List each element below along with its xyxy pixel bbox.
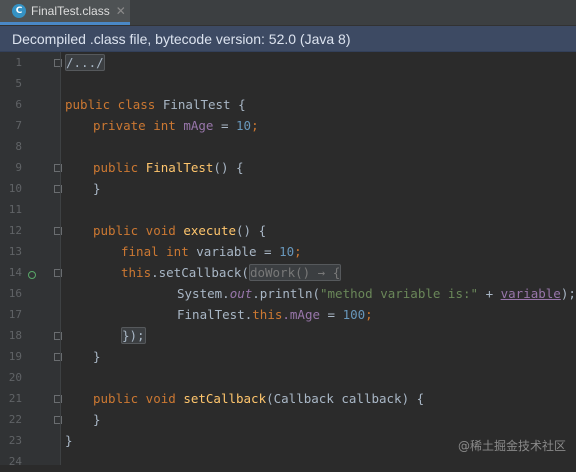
keyword: public <box>93 160 146 175</box>
field: out <box>229 286 253 301</box>
keyword: public void <box>93 223 184 238</box>
code-line-6: public class FinalTest { <box>65 94 246 115</box>
line-number: 7 <box>15 119 22 132</box>
code-text: FinalTest. <box>177 307 253 322</box>
class-file-icon: C <box>12 4 26 18</box>
collapsed-lambda[interactable]: doWork() → { <box>248 264 342 281</box>
line-number: 19 <box>8 350 22 363</box>
line-number: 13 <box>8 245 22 258</box>
collapsed-imports[interactable]: /.../ <box>65 54 105 71</box>
line-number: 24 <box>8 455 22 468</box>
line-number: 12 <box>8 224 22 237</box>
tab-finaltest-class[interactable]: C FinalTest.class ✕ <box>0 0 130 25</box>
method-name: FinalTest <box>145 160 214 175</box>
line-number: 1 <box>15 56 22 69</box>
method-name: execute <box>183 223 236 238</box>
string-literal: "method variable is:" <box>320 286 479 301</box>
implementation-icon[interactable] <box>28 271 36 279</box>
editor-tab-bar: C FinalTest.class ✕ <box>0 0 576 26</box>
watermark: @稀土掘金技术社区 <box>457 439 566 453</box>
code-line-24: } <box>65 430 73 451</box>
line-number: 16 <box>8 287 22 300</box>
line-number: 11 <box>8 203 22 216</box>
code-line-17: FinalTest.this.mAge = 100; <box>177 304 373 325</box>
code-line-13: final int variable = 10; <box>121 241 302 262</box>
collapsed-lambda-end[interactable]: }); <box>121 327 146 344</box>
keyword: public void <box>93 391 184 406</box>
code-text: ; <box>251 118 259 133</box>
keyword: private int <box>93 118 184 133</box>
banner-text: Decompiled .class file, bytecode version… <box>12 30 351 47</box>
line-number: 5 <box>15 77 22 90</box>
code-line-9: public FinalTest() { <box>93 157 244 178</box>
operator: = <box>320 307 343 322</box>
keyword: this <box>121 265 152 280</box>
code-text: ; <box>365 307 373 322</box>
code-text: .println( <box>252 286 320 301</box>
code-text: } <box>93 181 101 196</box>
code-line-7: private int mAge = 10; <box>93 115 259 136</box>
number: 10 <box>279 244 295 259</box>
line-number: 10 <box>8 182 22 195</box>
line-number: 9 <box>15 161 22 174</box>
line-number: 22 <box>8 413 22 426</box>
decompiled-notice-banner: Decompiled .class file, bytecode version… <box>0 26 576 52</box>
code-text: } <box>93 349 101 364</box>
field: mAge <box>183 118 214 133</box>
operator: + <box>478 286 501 301</box>
captured-variable: variable <box>500 286 561 301</box>
keyword: this <box>252 307 283 322</box>
line-number: 6 <box>15 98 22 111</box>
code-line-12: public void execute() { <box>93 220 266 241</box>
field: .mAge <box>282 307 321 322</box>
tab-label: FinalTest.class <box>31 4 110 18</box>
code-text: () { <box>236 223 267 238</box>
line-number: 8 <box>15 140 22 153</box>
code-text: (Callback callback) { <box>266 391 425 406</box>
line-number: 20 <box>8 371 22 384</box>
number: 10 <box>236 118 252 133</box>
code-text: .setCallback( <box>151 265 249 280</box>
line-number: 23 <box>8 434 22 447</box>
code-line-14: this.setCallback(doWork() → { <box>121 262 342 283</box>
code-line-10: } <box>93 178 101 199</box>
code-text: System. <box>177 286 230 301</box>
code-editor[interactable]: 1 5 6 7 8 9 10 11 12 13 14 16 17 18 19 2… <box>0 52 576 468</box>
line-number: 14 <box>8 266 22 279</box>
code-line-16: System.out.println("method variable is:"… <box>177 283 576 304</box>
number: 100 <box>342 307 366 322</box>
code-text: variable = <box>196 244 280 259</box>
code-text: FinalTest { <box>162 97 246 112</box>
code-line-1: /.../ <box>65 52 105 73</box>
line-number-gutter: 1 5 6 7 8 9 10 11 12 13 14 16 17 18 19 2… <box>0 52 62 468</box>
code-text: } <box>93 412 101 427</box>
line-number: 18 <box>8 329 22 342</box>
code-line-18: }); <box>121 325 146 346</box>
line-number: 17 <box>8 308 22 321</box>
code-text: ); <box>560 286 576 301</box>
method-name: setCallback <box>183 391 267 406</box>
operator: = <box>213 118 236 133</box>
keyword: final int <box>121 244 197 259</box>
line-number: 21 <box>8 392 22 405</box>
code-line-19: } <box>93 346 101 367</box>
code-text: } <box>65 433 73 448</box>
close-icon[interactable]: ✕ <box>116 4 126 18</box>
code-line-23: } <box>93 409 101 430</box>
code-text: () { <box>213 160 244 175</box>
code-line-22: public void setCallback(Callback callbac… <box>93 388 424 409</box>
keyword: public class <box>65 97 163 112</box>
code-text: ; <box>294 244 302 259</box>
gutter-divider <box>60 52 61 465</box>
